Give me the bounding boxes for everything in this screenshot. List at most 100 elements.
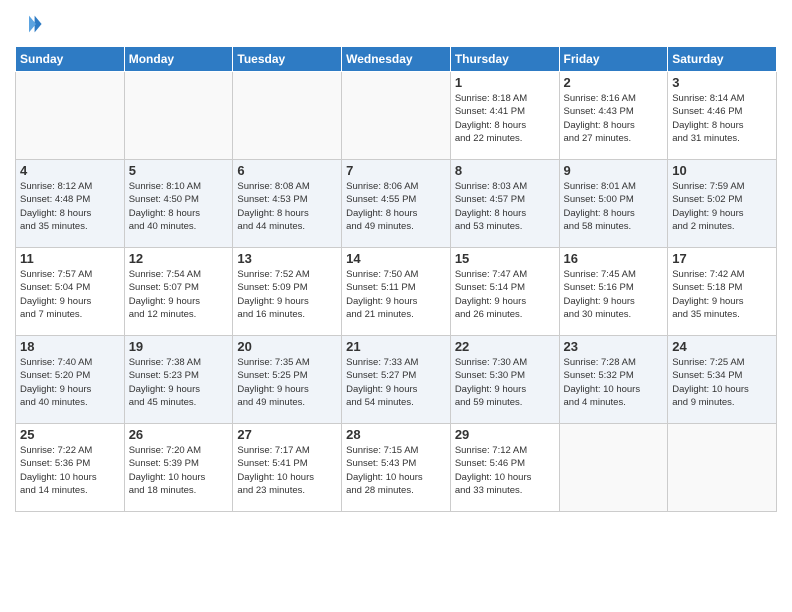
day-info: Sunrise: 7:40 AM Sunset: 5:20 PM Dayligh… [20,356,120,409]
calendar-cell: 1 Sunrise: 8:18 AM Sunset: 4:41 PM Daylig… [450,72,559,160]
calendar-cell: 17 Sunrise: 7:42 AM Sunset: 5:18 PM Dayli… [668,248,777,336]
day-info: Sunrise: 7:25 AM Sunset: 5:34 PM Dayligh… [672,356,772,409]
calendar-cell: 24 Sunrise: 7:25 AM Sunset: 5:34 PM Dayli… [668,336,777,424]
weekday-header-friday: Friday [559,47,668,72]
calendar-cell: 23 Sunrise: 7:28 AM Sunset: 5:32 PM Dayli… [559,336,668,424]
day-number: 20 [237,339,337,354]
day-number: 2 [564,75,664,90]
weekday-header-thursday: Thursday [450,47,559,72]
day-number: 5 [129,163,229,178]
day-info: Sunrise: 7:12 AM Sunset: 5:46 PM Dayligh… [455,444,555,497]
calendar-cell: 26 Sunrise: 7:20 AM Sunset: 5:39 PM Dayli… [124,424,233,512]
calendar-cell: 16 Sunrise: 7:45 AM Sunset: 5:16 PM Dayli… [559,248,668,336]
day-info: Sunrise: 8:14 AM Sunset: 4:46 PM Dayligh… [672,92,772,145]
day-info: Sunrise: 8:03 AM Sunset: 4:57 PM Dayligh… [455,180,555,233]
day-number: 4 [20,163,120,178]
calendar: SundayMondayTuesdayWednesdayThursdayFrid… [15,46,777,512]
calendar-week-row: 1 Sunrise: 8:18 AM Sunset: 4:41 PM Daylig… [16,72,777,160]
day-number: 12 [129,251,229,266]
weekday-header-sunday: Sunday [16,47,125,72]
day-number: 1 [455,75,555,90]
calendar-cell: 15 Sunrise: 7:47 AM Sunset: 5:14 PM Dayli… [450,248,559,336]
calendar-cell: 22 Sunrise: 7:30 AM Sunset: 5:30 PM Dayli… [450,336,559,424]
calendar-cell: 2 Sunrise: 8:16 AM Sunset: 4:43 PM Daylig… [559,72,668,160]
day-info: Sunrise: 8:12 AM Sunset: 4:48 PM Dayligh… [20,180,120,233]
calendar-cell [16,72,125,160]
day-number: 3 [672,75,772,90]
calendar-cell: 20 Sunrise: 7:35 AM Sunset: 5:25 PM Dayli… [233,336,342,424]
calendar-cell: 11 Sunrise: 7:57 AM Sunset: 5:04 PM Dayli… [16,248,125,336]
calendar-cell [124,72,233,160]
day-number: 24 [672,339,772,354]
day-info: Sunrise: 7:38 AM Sunset: 5:23 PM Dayligh… [129,356,229,409]
day-number: 21 [346,339,446,354]
day-number: 28 [346,427,446,442]
calendar-cell [342,72,451,160]
weekday-header-saturday: Saturday [668,47,777,72]
calendar-cell: 21Sunrise: 7:33 AM Sunset: 5:27 PM Dayli… [342,336,451,424]
weekday-header-row: SundayMondayTuesdayWednesdayThursdayFrid… [16,47,777,72]
weekday-header-tuesday: Tuesday [233,47,342,72]
calendar-cell: 3 Sunrise: 8:14 AM Sunset: 4:46 PM Daylig… [668,72,777,160]
calendar-cell: 18 Sunrise: 7:40 AM Sunset: 5:20 PM Dayli… [16,336,125,424]
day-info: Sunrise: 7:57 AM Sunset: 5:04 PM Dayligh… [20,268,120,321]
day-info: Sunrise: 8:10 AM Sunset: 4:50 PM Dayligh… [129,180,229,233]
day-number: 11 [20,251,120,266]
day-info: Sunrise: 7:20 AM Sunset: 5:39 PM Dayligh… [129,444,229,497]
day-number: 29 [455,427,555,442]
day-info: Sunrise: 7:30 AM Sunset: 5:30 PM Dayligh… [455,356,555,409]
day-info: Sunrise: 7:54 AM Sunset: 5:07 PM Dayligh… [129,268,229,321]
day-info: Sunrise: 8:01 AM Sunset: 5:00 PM Dayligh… [564,180,664,233]
calendar-week-row: 11 Sunrise: 7:57 AM Sunset: 5:04 PM Dayli… [16,248,777,336]
day-info: Sunrise: 7:59 AM Sunset: 5:02 PM Dayligh… [672,180,772,233]
calendar-cell: 8 Sunrise: 8:03 AM Sunset: 4:57 PM Daylig… [450,160,559,248]
day-number: 16 [564,251,664,266]
day-number: 6 [237,163,337,178]
day-info: Sunrise: 7:45 AM Sunset: 5:16 PM Dayligh… [564,268,664,321]
day-number: 17 [672,251,772,266]
day-info: Sunrise: 7:42 AM Sunset: 5:18 PM Dayligh… [672,268,772,321]
calendar-cell: 12 Sunrise: 7:54 AM Sunset: 5:07 PM Dayli… [124,248,233,336]
calendar-cell: 29 Sunrise: 7:12 AM Sunset: 5:46 PM Dayli… [450,424,559,512]
logo [15,10,47,38]
day-info: Sunrise: 7:52 AM Sunset: 5:09 PM Dayligh… [237,268,337,321]
calendar-cell: 7 Sunrise: 8:06 AM Sunset: 4:55 PM Daylig… [342,160,451,248]
logo-icon [15,10,43,38]
day-info: Sunrise: 8:18 AM Sunset: 4:41 PM Dayligh… [455,92,555,145]
calendar-cell: 25Sunrise: 7:22 AM Sunset: 5:36 PM Dayli… [16,424,125,512]
day-info: Sunrise: 7:50 AM Sunset: 5:11 PM Dayligh… [346,268,446,321]
day-number: 8 [455,163,555,178]
day-number: 22 [455,339,555,354]
header [15,10,777,38]
calendar-cell: 6 Sunrise: 8:08 AM Sunset: 4:53 PM Daylig… [233,160,342,248]
day-info: Sunrise: 7:35 AM Sunset: 5:25 PM Dayligh… [237,356,337,409]
day-number: 25 [20,427,120,442]
day-number: 19 [129,339,229,354]
day-info: Sunrise: 7:28 AM Sunset: 5:32 PM Dayligh… [564,356,664,409]
day-number: 9 [564,163,664,178]
calendar-cell [559,424,668,512]
day-info: Sunrise: 8:06 AM Sunset: 4:55 PM Dayligh… [346,180,446,233]
day-info: Sunrise: 8:08 AM Sunset: 4:53 PM Dayligh… [237,180,337,233]
day-number: 10 [672,163,772,178]
calendar-cell: 14 Sunrise: 7:50 AM Sunset: 5:11 PM Dayli… [342,248,451,336]
calendar-cell: 9 Sunrise: 8:01 AM Sunset: 5:00 PM Daylig… [559,160,668,248]
calendar-cell [233,72,342,160]
calendar-week-row: 4 Sunrise: 8:12 AM Sunset: 4:48 PM Daylig… [16,160,777,248]
day-number: 23 [564,339,664,354]
day-info: Sunrise: 7:47 AM Sunset: 5:14 PM Dayligh… [455,268,555,321]
calendar-week-row: 18 Sunrise: 7:40 AM Sunset: 5:20 PM Dayli… [16,336,777,424]
day-number: 13 [237,251,337,266]
day-info: Sunrise: 7:17 AM Sunset: 5:41 PM Dayligh… [237,444,337,497]
calendar-cell [668,424,777,512]
day-info: Sunrise: 7:15 AM Sunset: 5:43 PM Dayligh… [346,444,446,497]
weekday-header-wednesday: Wednesday [342,47,451,72]
day-number: 18 [20,339,120,354]
day-number: 26 [129,427,229,442]
weekday-header-monday: Monday [124,47,233,72]
day-number: 15 [455,251,555,266]
calendar-cell: 10 Sunrise: 7:59 AM Sunset: 5:02 PM Dayli… [668,160,777,248]
day-number: 14 [346,251,446,266]
day-number: 7 [346,163,446,178]
day-info: Sunrise: 8:16 AM Sunset: 4:43 PM Dayligh… [564,92,664,145]
